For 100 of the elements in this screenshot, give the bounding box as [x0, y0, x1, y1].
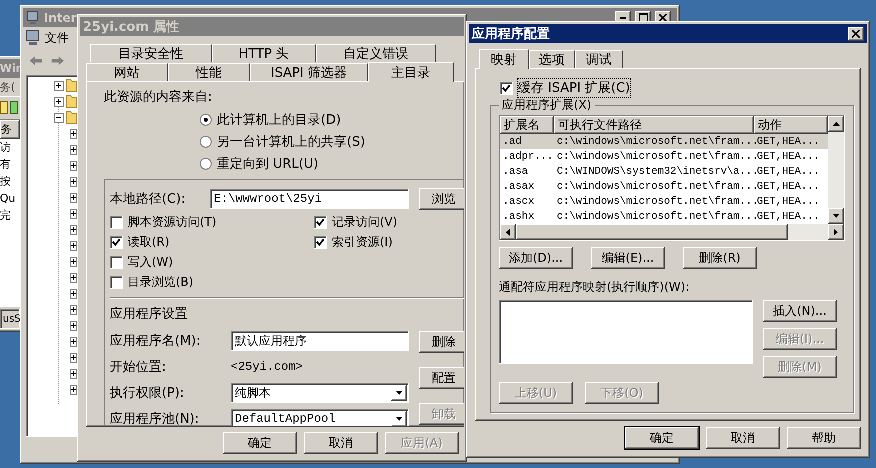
checkbox[interactable] [110, 216, 123, 229]
group-label: 应用程序扩展(X) [501, 97, 593, 114]
table-cell-text: c:\windows\microsoft.net\fram... [556, 180, 754, 192]
tab[interactable]: 自定义错误 [316, 44, 436, 62]
checkbox-label: 索引资源(I) [332, 234, 393, 251]
tab[interactable]: 主目录 [368, 62, 454, 82]
minimize-icon [620, 16, 626, 18]
field-label: 本地路径(C): [110, 191, 187, 208]
field-label: 执行权限(P): [110, 385, 186, 402]
computer-icon [26, 10, 40, 24]
checkbox-label: 目录浏览(B) [128, 274, 194, 291]
tab[interactable]: 调试 [575, 50, 623, 68]
list-item[interactable]: 有 [0, 157, 11, 172]
list-item[interactable]: 完 [0, 208, 11, 223]
table-row[interactable]: .ad c:\windows\microsoft.net\fram...GET,HEA... [500, 134, 828, 149]
close-button[interactable] [848, 26, 864, 40]
table-cell-text: c:\windows\microsoft.net\fram... [556, 150, 754, 162]
tab[interactable]: 网站 [86, 63, 168, 81]
dropdown[interactable]: DefaultAppPool [231, 409, 409, 426]
list-button[interactable]: 插入(N)... [763, 300, 837, 322]
column-header[interactable]: 扩展名 [500, 116, 554, 134]
dialog-title: 应用程序配置 [472, 26, 550, 42]
up-arrow-icon [832, 122, 840, 126]
window-title: Wir [0, 62, 22, 75]
field-label: 开始位置: [110, 359, 168, 376]
checkbox-label: 写入(W) [128, 254, 174, 271]
window-title: Inter [44, 10, 77, 24]
checkbox[interactable] [314, 236, 327, 249]
table-cell-text: GET,HEA... [756, 150, 822, 162]
back-icon[interactable] [29, 55, 43, 67]
tab[interactable]: HTTP 头 [212, 44, 316, 62]
close-icon [659, 14, 667, 22]
checkbox[interactable] [110, 236, 123, 249]
menu-item[interactable]: 文件 [45, 30, 69, 46]
table-cell-text: c:\windows\microsoft.net\fram... [556, 196, 754, 208]
checkbox[interactable] [110, 256, 123, 269]
path-field[interactable]: E:\wwwroot\25yi [210, 189, 409, 209]
dropdown-arrow-icon [396, 417, 402, 421]
checkbox-label: 脚本资源访问(T) [128, 214, 217, 231]
checkbox[interactable] [110, 276, 123, 289]
list-item[interactable]: Qu [0, 192, 16, 205]
table-cell-text: GET,HEA... [756, 166, 822, 178]
status-text: usS [3, 314, 21, 324]
table-cell-text: GET,HEA... [756, 210, 822, 222]
action-button[interactable]: 删除 [419, 331, 464, 353]
dialog-button[interactable]: 帮助 [787, 427, 861, 449]
radio-button[interactable] [200, 114, 212, 126]
checkbox[interactable] [500, 82, 513, 94]
table-cell-text: .ascx [502, 196, 536, 208]
radio-label: 另一台计算机上的共享(S) [217, 134, 366, 151]
field-label: 应用程序名(M): [110, 333, 202, 350]
tab[interactable]: 性能 [168, 63, 250, 81]
checkbox-label: 记录访问(V) [332, 214, 398, 231]
tab[interactable]: 选项 [529, 50, 575, 68]
forward-icon[interactable] [51, 55, 65, 67]
table-cell-text: .ashx [502, 210, 536, 222]
close-icon [852, 30, 860, 38]
tab[interactable]: 目录安全性 [90, 44, 212, 62]
maximize-icon [638, 13, 648, 22]
dialog-button[interactable]: 取消 [304, 432, 378, 454]
field-label: 应用程序池(N): [110, 411, 200, 426]
list-item[interactable]: 访 [0, 140, 11, 155]
column-header[interactable]: 可执行文件路径 [554, 116, 754, 134]
checkbox-label: 缓存 ISAPI 扩展(C) [518, 79, 630, 97]
scrollbar[interactable] [500, 224, 844, 240]
list-button[interactable]: 添加(D)... [499, 247, 573, 269]
column-header[interactable]: 动作 [754, 116, 828, 134]
scrollbar[interactable] [828, 116, 844, 224]
dialog-button[interactable]: 取消 [706, 427, 780, 449]
table-cell-text: GET,HEA... [756, 180, 822, 192]
down-arrow-icon [832, 214, 840, 218]
section-label: 通配符应用程序映射(执行顺序)(W): [499, 279, 691, 296]
action-button[interactable]: 配置 [419, 367, 464, 389]
dialog-button[interactable]: 确定 [223, 432, 297, 454]
toolbar-icon[interactable] [10, 100, 18, 116]
radio-button[interactable] [200, 136, 212, 148]
table-cell-text: c:\windows\microsoft.net\fram... [556, 136, 754, 148]
dialog-button[interactable]: 确定 [625, 427, 699, 449]
radio-button[interactable] [200, 158, 212, 170]
section-heading: 应用程序设置 [110, 307, 188, 322]
tab[interactable]: 映射 [479, 49, 529, 69]
tab[interactable]: ISAPI 筛选器 [250, 63, 368, 81]
checkbox-label: 读取(R) [128, 234, 170, 251]
section-label: 此资源的内容来自: [104, 89, 214, 106]
dropdown[interactable]: 纯脚本 [231, 383, 409, 403]
list-item[interactable]: 按 [0, 174, 11, 189]
menu-item[interactable]: 务( [0, 80, 16, 94]
table-cell-text: GET,HEA... [756, 196, 822, 208]
radio-label: 此计算机上的目录(D) [217, 112, 342, 129]
computer-icon [25, 30, 41, 46]
table-cell-text: GET,HEA... [756, 136, 822, 148]
dialog-title: 25yi.com 属性 [83, 18, 180, 36]
name-field[interactable]: 默认应用程序 [231, 331, 409, 351]
browse-button[interactable]: 浏览 [419, 188, 464, 210]
list-button[interactable]: 编辑(E)... [591, 247, 665, 269]
checkbox[interactable] [314, 216, 327, 229]
table-cell-text: .asax [502, 180, 536, 192]
list-button[interactable]: 删除(R) [683, 247, 757, 269]
wildcard-list[interactable] [499, 300, 753, 364]
toolbar-icon[interactable] [0, 100, 8, 116]
